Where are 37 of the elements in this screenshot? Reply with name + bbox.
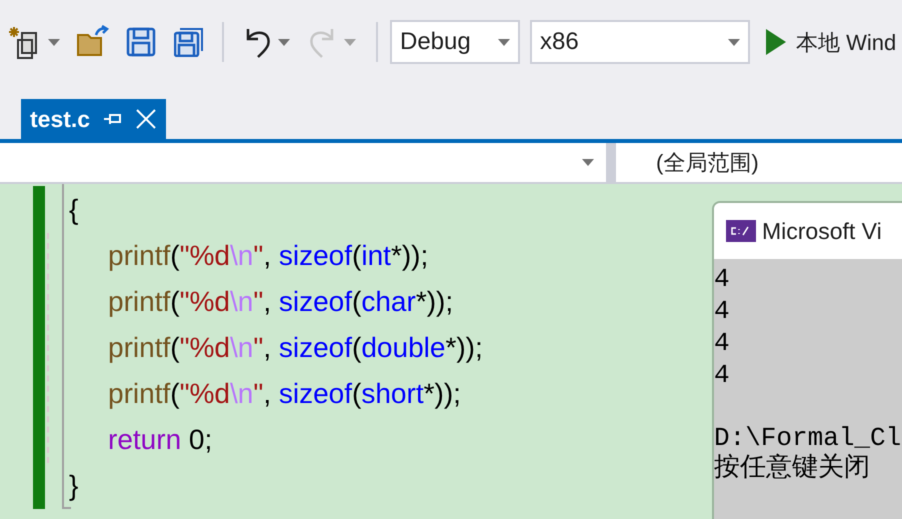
console-output-line: 按任意键关闭 [714,453,871,483]
configuration-value: Debug [400,27,471,57]
code-line: printf("%d\n", sizeof(char*)); [108,285,454,319]
code-line: printf("%d\n", sizeof(short*)); [108,377,462,411]
caret-icon [48,38,60,46]
pin-icon[interactable] [104,112,122,126]
open-folder-icon[interactable] [76,25,110,59]
tab-label: test.c [30,104,90,134]
code-line: } [69,469,80,503]
file-tab[interactable]: test.c [21,99,166,139]
code-line: printf("%d\n", sizeof(double*)); [108,331,483,365]
code-line: printf("%d\n", sizeof(int*)); [108,239,430,273]
console-title-bar[interactable]: Microsoft Vi [714,203,902,259]
console-output-line: 4 [714,263,731,295]
save-all-icon[interactable] [174,27,204,57]
code-editor[interactable]: { printf("%d\n", sizeof(int*)); printf("%d\n", sizeof(char*)); printf("%d\n", sizeof(double*)); printf("%d\n", sizeof(short*)); return 0; } Microsoft Vi 4 4 4 4 D:\Formal_Cl 按任意键关闭 [0,184,902,519]
caret-icon [344,38,356,46]
code-line: return 0; [108,423,214,457]
platform-dropdown[interactable]: x86 [530,20,750,64]
caret-icon [278,38,290,46]
caret-icon [498,38,510,46]
scope-value: (全局范围) [656,149,759,177]
save-icon[interactable] [126,27,156,57]
configuration-dropdown[interactable]: Debug [390,20,520,64]
console-output-line: 4 [714,327,731,359]
caret-icon [582,159,594,166]
console-output-line: 4 [714,295,731,327]
platform-value: x86 [540,27,579,57]
code-line: { [69,193,80,227]
console-output-line: D:\Formal_Cl [714,423,902,453]
close-icon[interactable] [136,109,156,129]
play-icon [766,29,786,55]
console-output-line: 4 [714,359,731,391]
run-button[interactable]: 本地 Wind [766,26,896,58]
console-app-icon [726,220,756,242]
console-title: Microsoft Vi [762,216,882,246]
caret-icon [728,38,740,46]
